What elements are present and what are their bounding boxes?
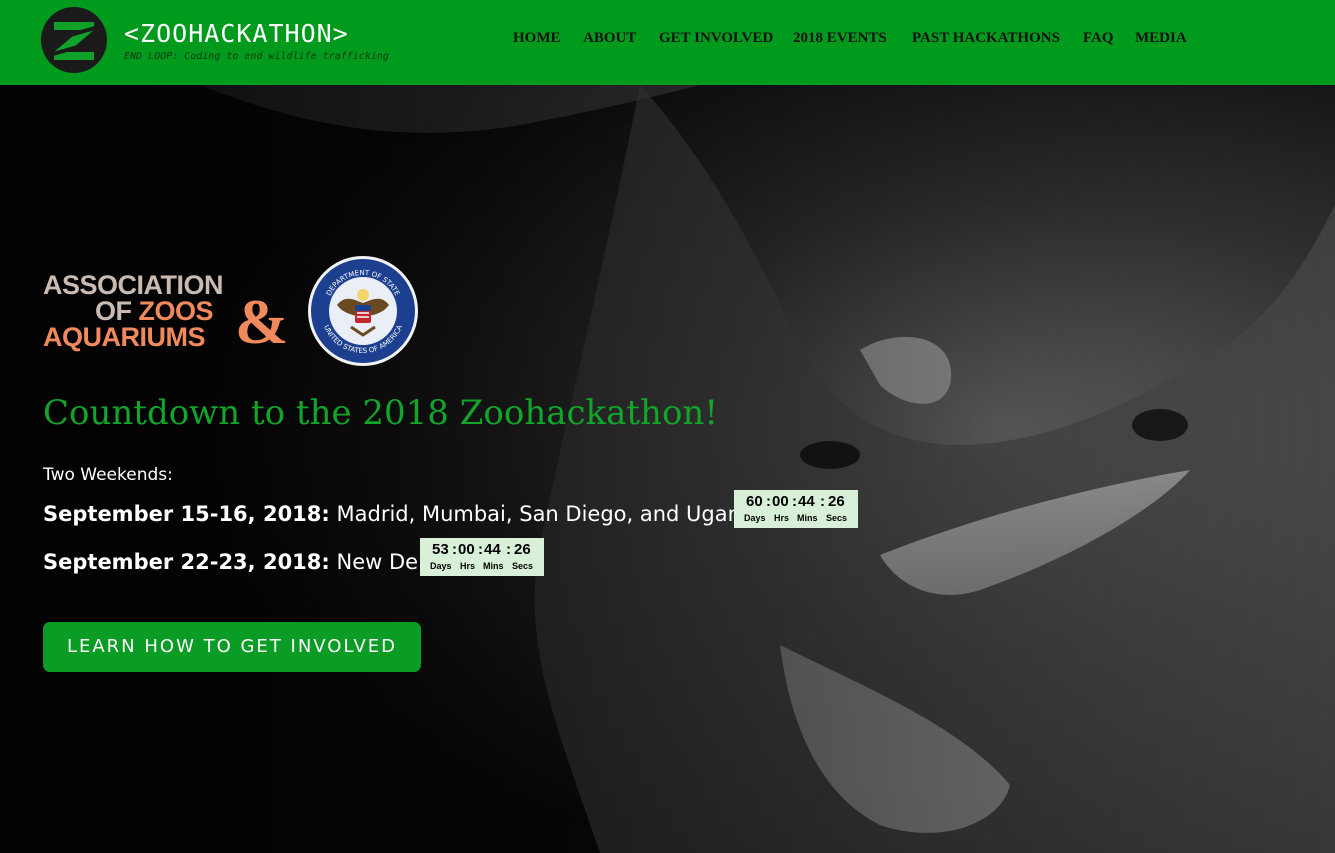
timer-days-label: Days (430, 561, 452, 571)
timer-mins: 44 (798, 493, 815, 510)
aza-ampersand: & (235, 286, 289, 357)
timer-secs-label: Secs (512, 561, 534, 571)
timer-secs: 26 (514, 541, 531, 558)
nav-get-involved[interactable]: GET INVOLVED (659, 30, 773, 47)
event-row-2: September 22-23, 2018: New Delhi (43, 550, 443, 574)
site-header: <ZOOHACKATHON> END LOOP: Coding to end w… (0, 0, 1335, 85)
rhino-background-image (0, 85, 1335, 853)
timer-hrs-label: Hrs (460, 561, 476, 571)
aza-line-2: OF ZOOS (95, 298, 214, 325)
nav-home[interactable]: HOME (513, 30, 561, 47)
nav-faq[interactable]: FAQ (1083, 30, 1114, 47)
timer-days: 53 (432, 541, 449, 558)
event-2-dates: September 22-23, 2018: (43, 550, 330, 574)
timer-days: 60 (746, 493, 763, 510)
event-1-dates: September 15-16, 2018: (43, 502, 330, 526)
aza-logo[interactable]: ASSOCIATION OF ZOOS AQUARIUMS & (43, 270, 293, 357)
site-logo[interactable]: <ZOOHACKATHON> END LOOP: Coding to end w… (40, 5, 400, 75)
timer-secs: 26 (828, 493, 845, 510)
event-1-places: Madrid, Mumbai, San Diego, and Uganda (336, 502, 768, 526)
event-row-1: September 15-16, 2018: Madrid, Mumbai, S… (43, 502, 767, 526)
learn-how-to-get-involved-button[interactable]: LEARN HOW TO GET INVOLVED (43, 622, 421, 672)
countdown-title: Countdown to the 2018 Zoohackathon! (43, 393, 718, 433)
timer-secs-label: Secs (826, 513, 848, 523)
z-logo-icon (41, 7, 107, 73)
timer-hrs: 00 (458, 541, 475, 558)
nav-about[interactable]: ABOUT (583, 30, 636, 47)
timer-mins-label: Mins (797, 513, 818, 523)
department-of-state-seal-icon[interactable]: DEPARTMENT OF STATE UNITED STATES OF AME… (307, 255, 419, 367)
timer-days-label: Days (744, 513, 766, 523)
aza-line-3: AQUARIUMS (43, 322, 206, 352)
timer-separator: : (452, 541, 457, 558)
logo-tagline: END LOOP: Coding to end wildlife traffic… (124, 51, 389, 62)
aza-line-1: ASSOCIATION (43, 270, 224, 300)
timer-separator: : (506, 541, 511, 558)
timer-separator: : (478, 541, 483, 558)
timer-mins: 44 (484, 541, 501, 558)
timer-separator: : (820, 493, 825, 510)
nav-past-hackathons[interactable]: PAST HACKATHONS (912, 30, 1060, 47)
logo-title: <ZOOHACKATHON> (124, 19, 349, 48)
event-1-countdown-timer: 60 : 00 : 44 : 26 Days Hrs Mins Secs (734, 490, 858, 528)
timer-separator: : (792, 493, 797, 510)
event-2-countdown-timer: 53 : 00 : 44 : 26 Days Hrs Mins Secs (420, 538, 544, 576)
hero-section: ASSOCIATION OF ZOOS AQUARIUMS & DEPARTME… (0, 85, 1335, 853)
timer-hrs-label: Hrs (774, 513, 790, 523)
timer-separator: : (766, 493, 771, 510)
timer-hrs: 00 (772, 493, 789, 510)
two-weekends-label: Two Weekends: (43, 465, 173, 485)
nav-2018-events[interactable]: 2018 EVENTS (793, 30, 887, 47)
timer-mins-label: Mins (483, 561, 504, 571)
nav-media[interactable]: MEDIA (1135, 30, 1187, 47)
